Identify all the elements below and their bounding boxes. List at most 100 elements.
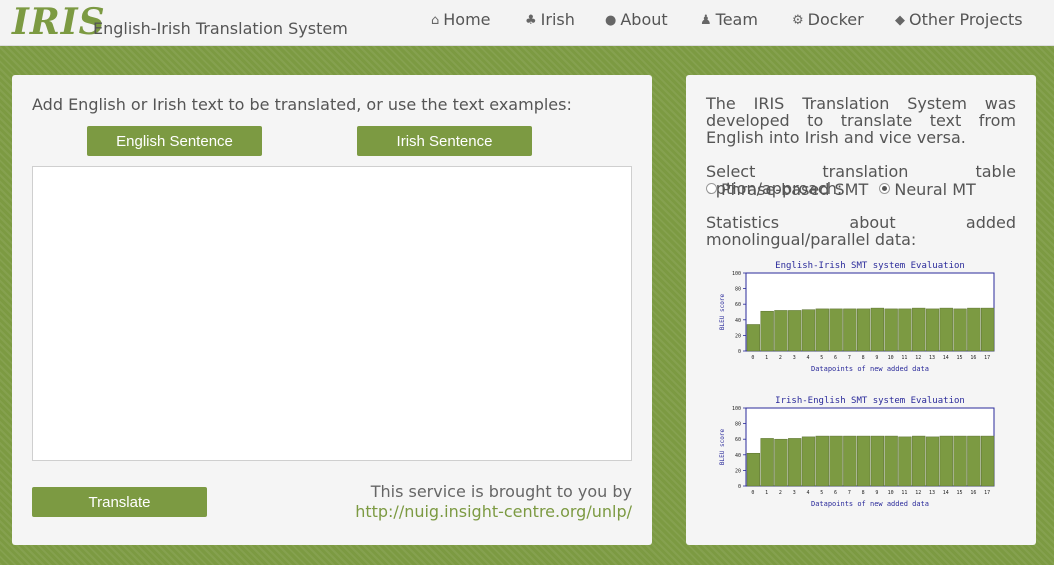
radio-phrase-based-smt[interactable]: Phrase-based SMT [706,180,868,199]
chart-bar [980,307,995,352]
x-tick-label: 9 [875,355,878,361]
chart-bar [980,435,995,487]
chart-bar [967,307,981,352]
x-tick-label: 6 [834,355,837,361]
nav-docker[interactable]: ⚙ Docker [792,10,864,29]
nav-home-label: Home [443,10,491,29]
chart-bar [884,308,898,352]
credit-text: This service is brought to you by [370,482,632,501]
x-tick-label: 3 [793,355,796,361]
nav-team[interactable]: ♟ Team [700,10,758,29]
chart-title: Irish-English SMT system Evaluation [775,396,965,406]
x-tick-label: 10 [888,355,894,361]
tags-icon: ◆ [895,13,905,28]
comment-icon: ● [605,13,617,28]
info-panel: The IRIS Translation System was develope… [686,75,1036,545]
y-tick-label: 80 [735,422,741,428]
chart-bar [870,435,885,487]
y-tick-label: 100 [732,271,741,277]
radio-neural-mt[interactable]: Neural MT [879,180,976,199]
y-tick-label: 80 [735,287,741,293]
chart-bar [746,324,761,352]
x-tick-label: 16 [970,490,976,496]
users-icon: ♟ [700,13,712,28]
y-tick-label: 0 [738,349,741,355]
x-tick-label: 4 [806,490,809,496]
chart-bar [843,308,857,352]
radio-nmt-button[interactable] [879,183,891,194]
nav-home[interactable]: ⌂ Home [431,10,491,29]
translate-button[interactable]: Translate [32,487,207,517]
x-tick-label: 8 [862,490,865,496]
credit-block: This service is brought to you by http:/… [355,482,632,522]
chart-bar [774,310,788,352]
radio-smt-button[interactable] [706,183,717,194]
chart-bar [898,436,912,487]
brand-logo[interactable]: IRIS [12,1,106,43]
english-sentence-button[interactable]: English Sentence [87,126,262,156]
x-tick-label: 11 [901,490,907,496]
x-tick-label: 0 [751,355,754,361]
radio-smt-label: Phrase-based SMT [721,180,869,199]
x-tick-label: 7 [848,355,851,361]
x-tick-label: 14 [943,490,949,496]
home-icon: ⌂ [431,13,440,28]
nav-other-projects-label: Other Projects [909,10,1023,29]
chart-bar [829,308,843,352]
x-tick-label: 13 [929,355,935,361]
x-tick-label: 7 [848,490,851,496]
y-tick-label: 60 [735,437,741,443]
chart-bar [856,435,871,487]
x-tick-label: 3 [793,490,796,496]
irish-sentence-button[interactable]: Irish Sentence [357,126,532,156]
chart-bar [925,308,940,352]
nav-about[interactable]: ● About [605,10,668,29]
y-axis-label: BLEU score [719,429,726,466]
x-tick-label: 11 [901,355,907,361]
nav-irish[interactable]: ♣ Irish [525,10,575,29]
approach-radio-group: Phrase-based SMT Neural MT [706,180,976,199]
x-tick-label: 2 [779,490,782,496]
chart-bar [746,452,761,487]
chart-bar [912,307,926,352]
nav-irish-label: Irish [540,10,575,29]
chart-bar [898,308,912,352]
x-tick-label: 13 [929,490,935,496]
x-tick-label: 4 [806,355,809,361]
radio-nmt-label: Neural MT [894,180,976,199]
ga-en-evaluation-chart: Irish-English SMT system Evaluation0 1 2 3 4… [719,396,995,508]
x-tick-label: 12 [915,355,921,361]
chart-bar [939,307,953,352]
chart-bar [774,438,788,487]
x-tick-label: 15 [957,490,963,496]
nav-team-label: Team [715,10,758,29]
x-tick-label: 1 [765,355,768,361]
y-tick-label: 20 [735,333,741,339]
chart-bar [870,307,885,352]
x-axis-label: Datapoints of new added data [811,365,929,373]
x-tick-label: 12 [915,490,921,496]
x-tick-label: 14 [943,355,949,361]
chart-bar [788,310,802,352]
shamrock-icon: ♣ [525,13,537,28]
nav-other-projects[interactable]: ◆ Other Projects [895,10,1023,29]
en-ga-evaluation-chart: English-Irish SMT system Evaluation0 1 2 3 4… [719,261,995,373]
x-tick-label: 17 [984,490,990,496]
nav-docker-label: Docker [807,10,864,29]
x-tick-label: 9 [875,490,878,496]
cogs-icon: ⚙ [792,13,804,28]
translation-panel: Add English or Irish text to be translat… [12,75,652,545]
x-tick-label: 5 [820,490,823,496]
credit-link[interactable]: http://nuig.insight-centre.org/unlp/ [355,502,632,521]
chart-bar [760,310,774,352]
x-tick-label: 8 [862,355,865,361]
stats-label: Statistics about added monolingual/paral… [706,213,1016,249]
x-tick-label: 17 [984,355,990,361]
source-text-input[interactable] [32,166,632,461]
y-tick-label: 100 [732,406,741,412]
y-tick-label: 20 [735,468,741,474]
chart-bar [801,309,816,352]
x-axis-label: Datapoints of new added data [811,500,929,508]
chart-bar [925,436,940,487]
y-tick-label: 40 [735,318,741,324]
